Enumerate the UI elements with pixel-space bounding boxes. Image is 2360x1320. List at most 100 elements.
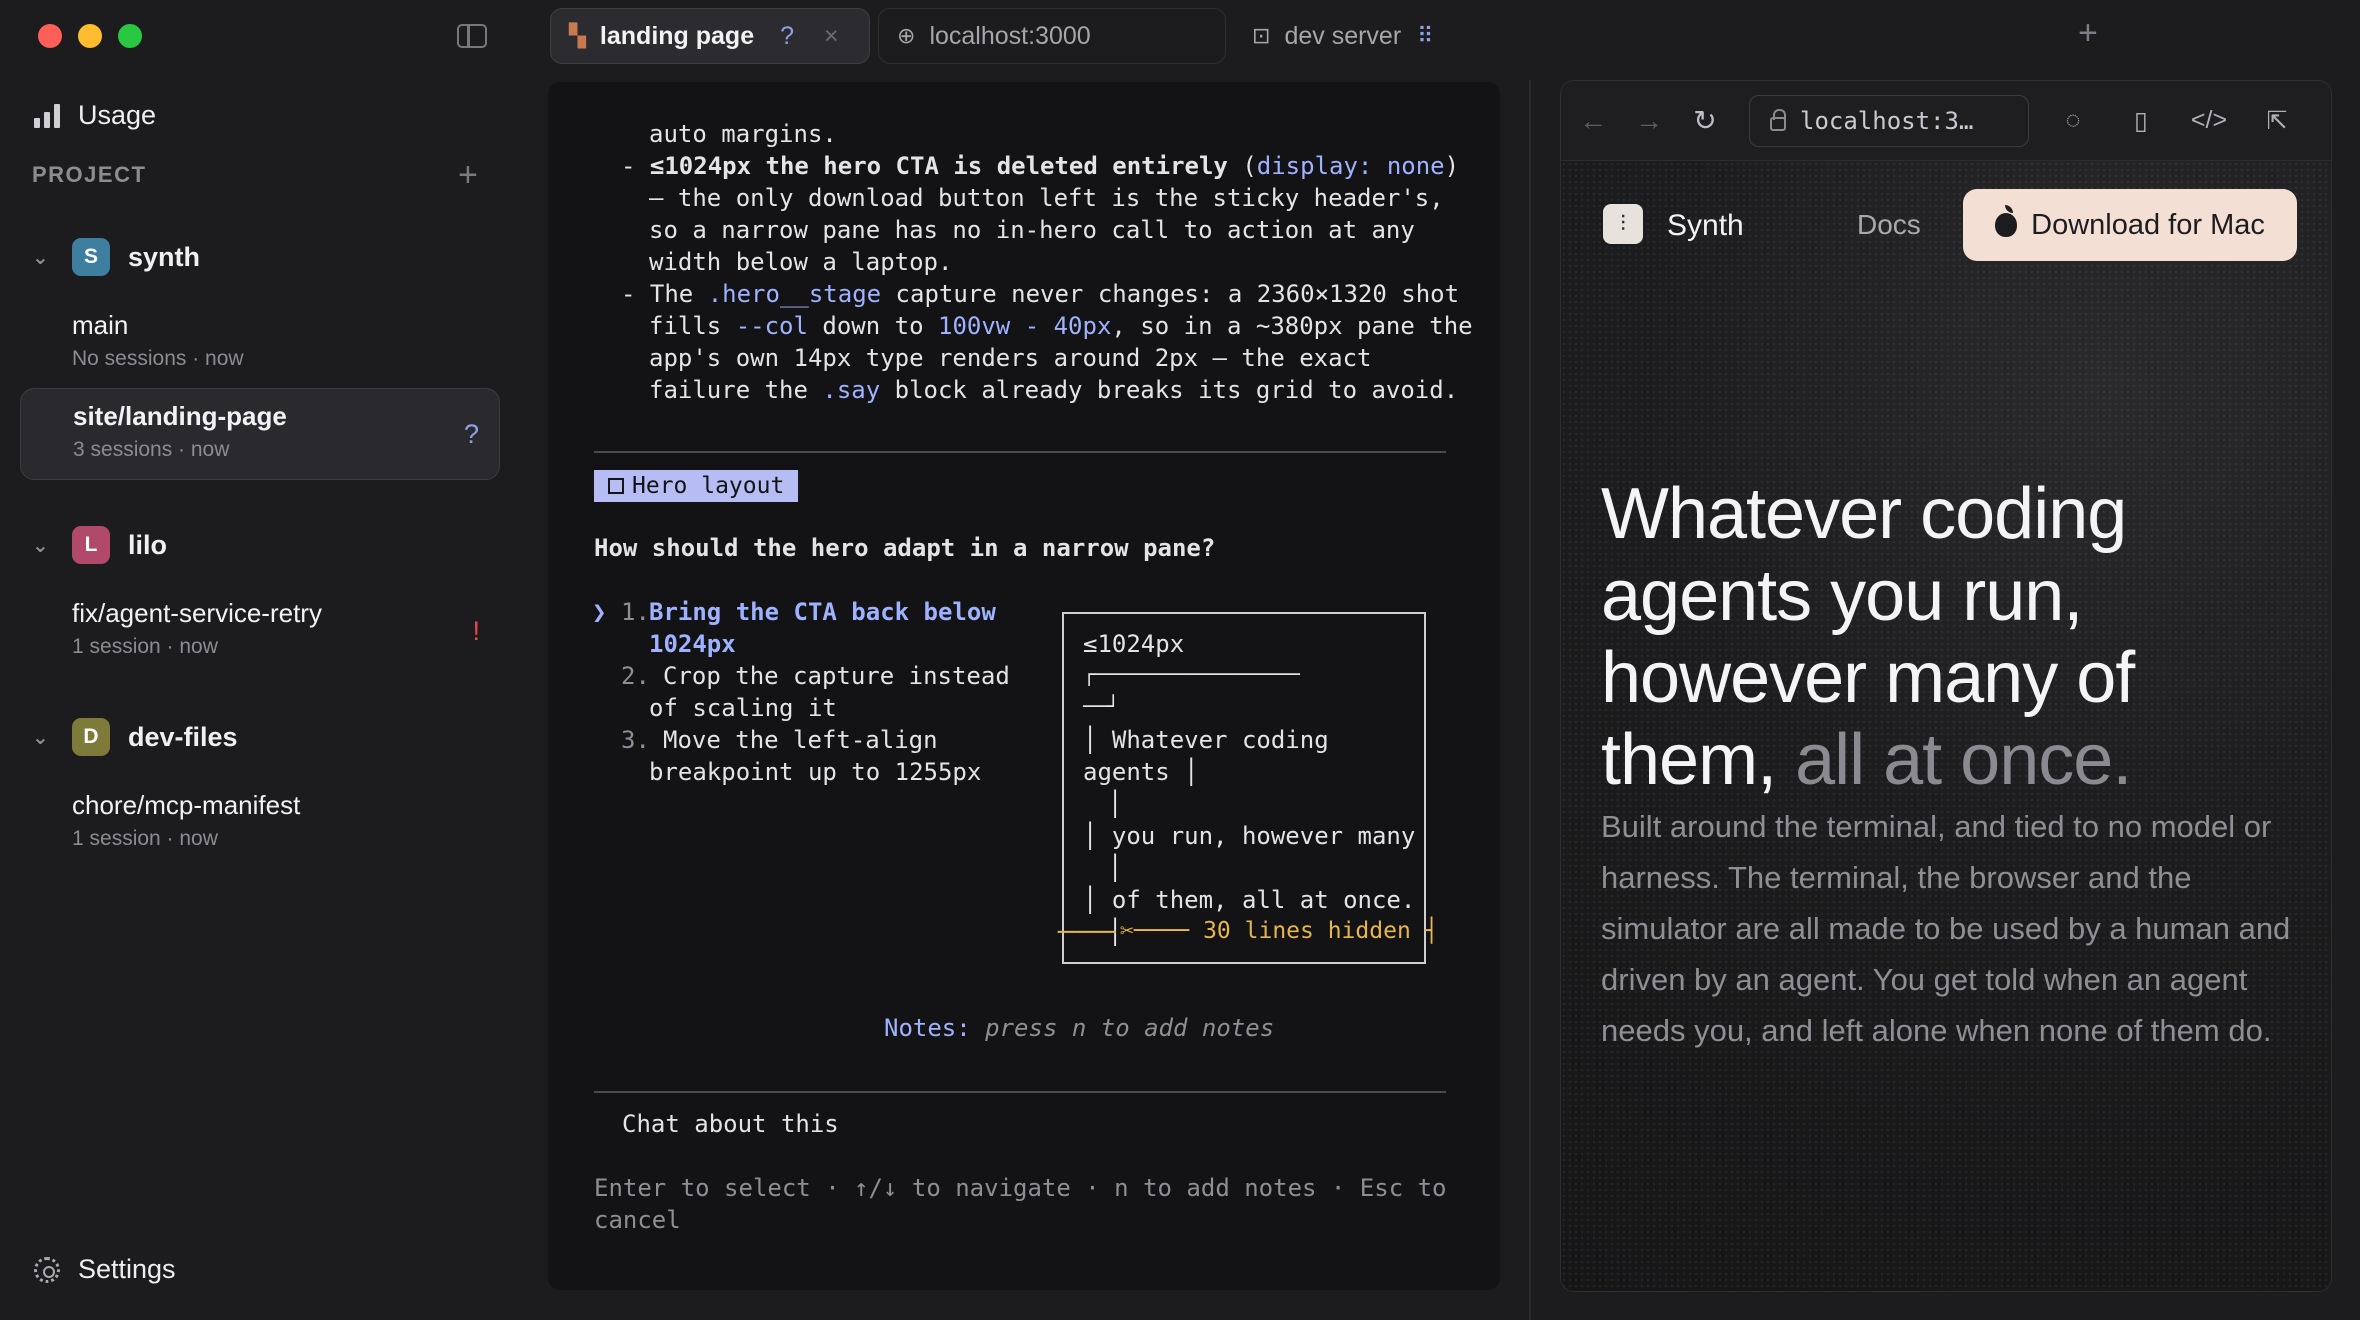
usage-label: Usage <box>78 100 157 130</box>
preview-line: ┌───────────────── <box>1083 662 1300 686</box>
notes-hint: press n to add notes <box>985 1014 1275 1042</box>
tab-landing-page[interactable]: ▚ landing page ? × <box>550 8 870 64</box>
session-meta: 3 sessions · now <box>73 438 230 461</box>
terminal-line: app's own 14px type renders around 2px —… <box>649 344 1372 372</box>
new-tab-icon[interactable]: + <box>2078 14 2098 53</box>
browser-toolbar: ← → ↻ localhost:3… ◌ ▯ </> ⇱ <box>1561 81 2331 161</box>
terminal-line: - ≤1024px the hero CTA is deleted entire… <box>621 152 1460 180</box>
website-viewport: ⫶ Synth Docs Download for Mac Whatever c… <box>1561 161 2331 1291</box>
settings-label: Settings <box>78 1254 176 1284</box>
session-meta: No sessions · now <box>72 347 244 370</box>
minimize-window-button[interactable] <box>78 24 102 48</box>
preview-line: │ of them, all at once. <box>1083 886 1416 914</box>
keyboard-hints: Enter to select · ↑/↓ to navigate · n to… <box>594 1174 1447 1202</box>
add-project-icon[interactable]: + <box>458 158 478 192</box>
gear-icon <box>34 1256 60 1283</box>
session-item-main[interactable]: main No sessions · now <box>20 298 500 390</box>
question-status-icon: ? <box>780 21 795 50</box>
window-controls <box>38 24 142 48</box>
settings-link[interactable]: Settings <box>34 1254 176 1285</box>
chevron-down-icon: ⌄ <box>32 246 49 269</box>
open-external-icon[interactable]: ⇱ <box>2243 106 2311 136</box>
keyboard-hints: cancel <box>594 1206 681 1234</box>
close-window-button[interactable] <box>38 24 62 48</box>
terminal-icon: ⊡ <box>1252 23 1271 48</box>
terminal-line: failure the .say block already breaks it… <box>649 376 1459 404</box>
question-status-icon: ? <box>463 419 479 449</box>
hidden-lines-indicator[interactable]: ✂──── 30 lines hidden ┤ <box>1120 918 1439 944</box>
preview-line: │ <box>1108 790 1123 818</box>
option-number: 3. <box>621 726 650 754</box>
notes-row[interactable]: Notes: press n to add notes <box>884 1014 1274 1042</box>
option-text: Crop the capture instead <box>663 662 1010 690</box>
code-icon[interactable]: </> <box>2175 106 2243 135</box>
hero-subcopy: Built around the terminal, and tied to n… <box>1601 809 2291 1048</box>
tab-bar: ▚ landing page ? × ⊕ localhost:3000 ⊡ de… <box>548 0 2360 72</box>
terminal-pane[interactable]: auto margins. - ≤1024px the hero CTA is … <box>548 82 1500 1290</box>
chat-about-this-option[interactable]: Chat about this <box>622 1110 839 1138</box>
zoom-window-button[interactable] <box>118 24 142 48</box>
option-number: 2. <box>621 662 650 690</box>
terminal-line: — the only download button left is the s… <box>649 184 1444 212</box>
reload-icon[interactable]: ↻ <box>1677 104 1733 137</box>
session-item-chore-mcp-manifest[interactable]: chore/mcp-manifest 1 session · now <box>20 778 500 870</box>
terminal-line: so a narrow pane has no in-hero call to … <box>649 216 1415 244</box>
docs-link[interactable]: Docs <box>1857 209 1921 241</box>
browser-pane: ← → ↻ localhost:3… ◌ ▯ </> ⇱ ⫶ Synth Doc… <box>1560 80 2332 1292</box>
question-header-chip: Hero layout <box>594 470 799 502</box>
session-name: main <box>72 310 129 340</box>
chart-bars-icon <box>34 103 60 128</box>
synth-logo-icon[interactable]: ⫶ <box>1603 204 1643 244</box>
session-name: chore/mcp-manifest <box>72 790 301 820</box>
terminal-line: width below a laptop. <box>649 248 953 276</box>
project-avatar: S <box>72 238 110 276</box>
session-meta: 1 session · now <box>72 635 218 658</box>
back-arrow-icon[interactable]: ← <box>1565 105 1621 137</box>
selection-cursor-icon: ❯ <box>592 598 607 626</box>
session-item-fix-agent-service-retry[interactable]: fix/agent-service-retry 1 session · now … <box>20 586 500 678</box>
option-text: 1024px <box>649 630 736 658</box>
preview-line: agents │ <box>1083 758 1199 786</box>
comment-icon[interactable]: ◌ <box>2039 106 2107 135</box>
alert-status-icon: ! <box>472 616 480 646</box>
chevron-down-icon: ⌄ <box>32 534 49 557</box>
tab-dev-server[interactable]: ⊡ dev server ⠿ <box>1234 8 1534 64</box>
sidebar-toggle-icon[interactable] <box>457 24 487 48</box>
project-group-dev-files[interactable]: ⌄ D dev-files <box>32 718 238 756</box>
forward-arrow-icon[interactable]: → <box>1621 105 1677 137</box>
download-for-mac-button[interactable]: Download for Mac <box>1963 189 2297 261</box>
lock-icon <box>1770 108 1786 131</box>
session-name: fix/agent-service-retry <box>72 598 322 628</box>
session-item-site-landing-page[interactable]: site/landing-page 3 sessions · now ? <box>20 388 500 480</box>
option-text: breakpoint up to 1255px <box>649 758 982 786</box>
project-avatar: D <box>72 718 110 756</box>
apple-icon <box>1995 205 2018 237</box>
divider <box>594 451 1446 453</box>
usage-link[interactable]: Usage <box>34 100 156 131</box>
device-icon[interactable]: ▯ <box>2107 106 2175 136</box>
chip-label: Hero layout <box>632 473 785 499</box>
address-text: localhost:3… <box>1800 106 1974 135</box>
sidebar: Usage PROJECT + ⌄ S synth main No sessio… <box>0 0 530 1320</box>
address-bar[interactable]: localhost:3… <box>1749 94 2029 147</box>
project-avatar: L <box>72 526 110 564</box>
preview-line: │ you run, however many <box>1083 822 1416 850</box>
question-text: How should the hero adapt in a narrow pa… <box>594 534 1216 562</box>
pane-splitter[interactable] <box>1529 80 1531 1320</box>
tab-label: dev server <box>1284 21 1402 50</box>
option-text: Bring the CTA back below <box>649 598 996 626</box>
preview-line: │ <box>1108 854 1123 882</box>
tab-label: landing page <box>599 21 755 50</box>
hero-heading: Whatever coding agents you run, however … <box>1601 473 2301 801</box>
session-name: site/landing-page <box>73 401 287 431</box>
project-group-lilo[interactable]: ⌄ L lilo <box>32 526 167 564</box>
tab-localhost[interactable]: ⊕ localhost:3000 <box>878 8 1226 64</box>
preview-line: ──┘ <box>1083 694 1120 718</box>
chevron-down-icon: ⌄ <box>32 726 49 749</box>
close-tab-icon[interactable]: × <box>824 22 839 51</box>
hero-heading-dim: all at once. <box>1795 720 2132 800</box>
project-group-synth[interactable]: ⌄ S synth <box>32 238 200 276</box>
project-section-label: PROJECT <box>32 162 147 187</box>
brand-name[interactable]: Synth <box>1667 209 1744 243</box>
running-dots-icon: ⠿ <box>1417 23 1434 48</box>
